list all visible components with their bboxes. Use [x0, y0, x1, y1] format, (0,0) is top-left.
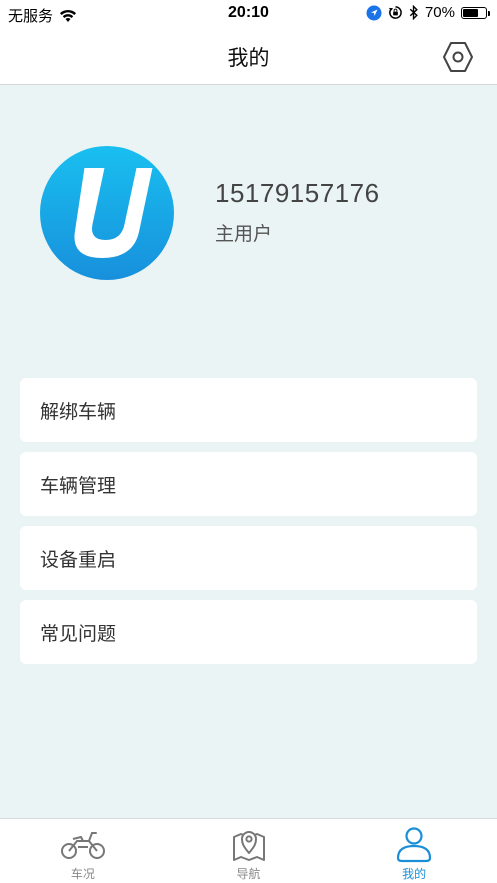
battery-icon — [461, 6, 490, 19]
user-role: 主用户 — [215, 223, 273, 245]
bluetooth-icon — [409, 5, 418, 20]
profile-section: 15179157176 主用户 — [0, 86, 497, 376]
user-icon — [397, 827, 432, 863]
nav-bar: 我的 — [0, 28, 497, 85]
menu-list: 解绑车辆 车辆管理 设备重启 常见问题 — [20, 378, 477, 674]
user-phone: 15179157176 — [215, 178, 380, 208]
motorcycle-icon — [60, 832, 105, 859]
page-title: 我的 — [227, 46, 270, 70]
menu-item-faq[interactable]: 常见问题 — [20, 600, 477, 664]
tab-label-navigation: 导航 — [236, 867, 261, 881]
map-pin-icon — [232, 831, 265, 861]
status-bar: 无服务 20:10 70% — [0, 0, 497, 28]
orientation-lock-icon — [388, 6, 402, 19]
location-icon — [366, 5, 382, 20]
status-right: 70% — [366, 4, 490, 21]
battery-percent: 70% — [424, 4, 455, 21]
menu-item-unbind-vehicle[interactable]: 解绑车辆 — [20, 378, 477, 442]
battery-level — [463, 8, 478, 17]
tab-label-vehicle-status: 车况 — [70, 867, 95, 881]
tab-bar: 车况 导航 我的 — [0, 818, 497, 883]
tab-label-mine: 我的 — [402, 867, 427, 881]
menu-item-vehicle-management[interactable]: 车辆管理 — [20, 452, 477, 516]
settings-button[interactable] — [441, 40, 475, 74]
tab-mine[interactable]: 我的 — [331, 819, 497, 883]
tab-navigation[interactable]: 导航 — [166, 819, 332, 883]
avatar — [40, 146, 174, 280]
tab-vehicle-status[interactable]: 车况 — [0, 819, 166, 883]
menu-item-device-restart[interactable]: 设备重启 — [20, 526, 477, 590]
settings-hexagon-icon — [443, 42, 473, 72]
